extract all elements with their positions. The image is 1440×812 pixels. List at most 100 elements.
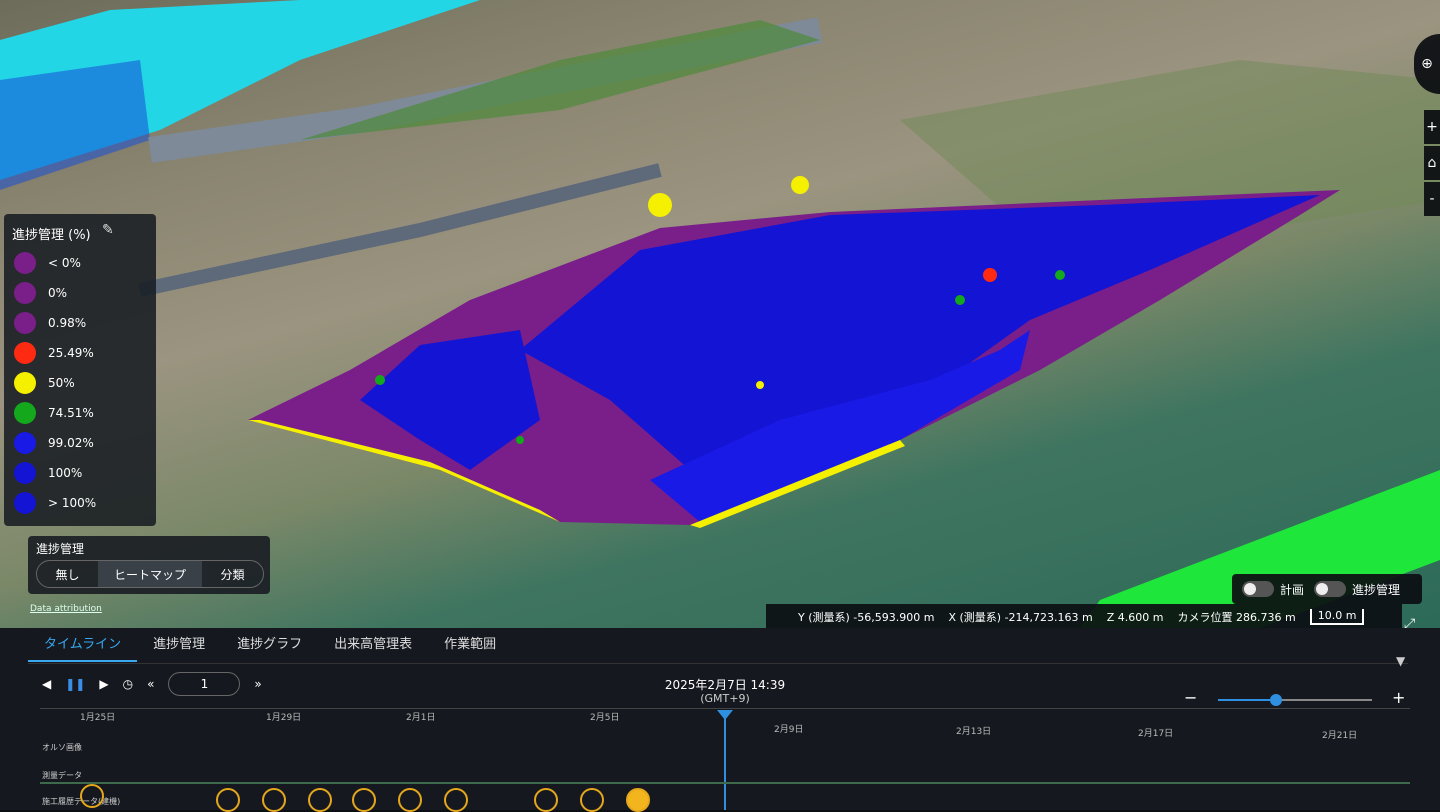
legend-color-swatch [14, 312, 36, 334]
tick-label: 2月9日 [774, 725, 804, 735]
current-date: 2025年2月7日 14:39 [664, 678, 786, 692]
timezone-label: (GMT+9) [700, 692, 750, 705]
legend-item: 99.02% [14, 428, 96, 458]
pause-icon[interactable]: ❚❚ [65, 677, 85, 691]
legend-item: > 100% [14, 488, 96, 518]
legend-item: < 0% [14, 248, 96, 278]
legend-color-swatch [14, 402, 36, 424]
legend-color-swatch [14, 492, 36, 514]
legend-item: 0% [14, 278, 96, 308]
legend-item-label: > 100% [48, 496, 97, 510]
tick-label: 2月21日 [1322, 731, 1358, 741]
legend-item-label: < 0% [48, 256, 81, 270]
tab-timeline[interactable]: タイムライン [28, 628, 138, 662]
progress-mode-segmented-control: 無し ヒートマップ 分類 [36, 560, 264, 588]
zoom-in-button[interactable]: + [1392, 688, 1405, 707]
legend-item: 100% [14, 458, 96, 488]
legend-title: 進捗管理 (%) [12, 228, 91, 243]
legend-color-swatch [14, 372, 36, 394]
z-coordinate: Z 4.600 m [1106, 610, 1164, 624]
y-coordinate: Y (測量系) -56,593.900 m [798, 611, 935, 624]
blue-patch [0, 60, 150, 190]
legend-list: < 0% 0% 0.98% 25.49% 50% 74.51% 99.02% 100% > 10… [14, 248, 96, 518]
legend-item: 25.49% [14, 338, 96, 368]
tab-divider [28, 663, 1408, 664]
tab-work-area[interactable]: 作業範囲 [428, 628, 512, 662]
collapse-caret-icon[interactable]: ▼ [1396, 654, 1405, 668]
playback-controls: ◀ ❚❚ ▶ ◷ « 1 » [42, 672, 276, 696]
coordinate-bar: Y (測量系) -56,593.900 m X (測量系) -214,723.1… [766, 604, 1402, 630]
tick-label: 2月13日 [956, 727, 992, 737]
legend-item: 50% [14, 368, 96, 398]
legend-item-label: 0% [48, 286, 68, 300]
layer-toggles: 計画 進捗管理 [1232, 574, 1422, 604]
timeline-ruler [40, 708, 1410, 709]
timeline-event-marker[interactable] [444, 788, 468, 812]
tab-progress-graph[interactable]: 進捗グラフ [221, 628, 318, 662]
tab-progress[interactable]: 進捗管理 [137, 628, 221, 662]
legend-color-swatch [14, 282, 36, 304]
zoom-fill [1218, 699, 1276, 701]
tick-label: 1月29日 [266, 713, 302, 723]
timeline-event-marker[interactable] [262, 788, 286, 812]
timeline-event-marker[interactable] [308, 788, 332, 812]
tick-label: 1月25日 [80, 713, 116, 723]
timeline-event-marker-selected[interactable] [626, 788, 650, 812]
legend-item-label: 100% [48, 466, 83, 480]
scale-bar: 10.0 m [1309, 609, 1365, 625]
x-coordinate: X (測量系) -214,723.163 m [948, 611, 1093, 624]
zoom-in-icon[interactable]: + [1424, 110, 1440, 144]
legend-item-label: 99.02% [48, 436, 94, 450]
legend-color-swatch [14, 342, 36, 364]
aerial-map [0, 0, 1440, 628]
grass [300, 20, 820, 140]
legend-item-label: 0.98% [48, 316, 87, 330]
timeline-event-marker[interactable] [398, 788, 422, 812]
legend-color-swatch [14, 462, 36, 484]
legend-item: 74.51% [14, 398, 96, 428]
step-input[interactable]: 1 [168, 672, 241, 696]
legend-color-swatch [14, 252, 36, 274]
rewind-icon[interactable]: « [147, 677, 154, 691]
mode-option-none[interactable]: 無し [37, 561, 98, 587]
legend-item-label: 50% [48, 376, 75, 390]
map-view[interactable]: 進捗管理 (%) ✎ < 0% 0% 0.98% 25.49% 50% 74.51% 99.… [0, 0, 1440, 628]
pencil-icon[interactable]: ✎ [102, 222, 114, 238]
plan-toggle[interactable] [1242, 581, 1274, 597]
timeline-event-marker[interactable] [80, 784, 104, 808]
timeline-zoom: − + [1184, 688, 1405, 708]
timeline-event-marker[interactable] [352, 788, 376, 812]
zoom-out-icon[interactable]: - [1424, 182, 1440, 216]
legend-item: 0.98% [14, 308, 96, 338]
fast-forward-icon[interactable]: » [254, 677, 261, 691]
zoom-out-button[interactable]: − [1184, 688, 1197, 707]
progress-mode-label: 進捗管理 [36, 542, 85, 556]
progress-toggle[interactable] [1314, 581, 1347, 597]
current-time-line [724, 714, 726, 810]
mode-option-classification[interactable]: 分類 [202, 561, 263, 587]
legend-panel: 進捗管理 (%) ✎ < 0% 0% 0.98% 25.49% 50% 74.51% 99.… [4, 214, 156, 526]
row-label-ortho: オルソ画像 [42, 743, 82, 752]
data-attribution-link[interactable]: Data attribution [30, 604, 102, 614]
timeline-event-marker[interactable] [580, 788, 604, 812]
step-back-icon[interactable]: ◀ [42, 677, 51, 691]
mode-option-heatmap[interactable]: ヒートマップ [98, 561, 202, 587]
legend-item-label: 74.51% [48, 406, 94, 420]
tab-bar: タイムライン 進捗管理 進捗グラフ 出来高管理表 作業範囲 [28, 628, 512, 662]
zoom-slider-handle[interactable] [1270, 694, 1282, 706]
row-label-survey: 測量データ [42, 771, 82, 780]
camera-height: カメラ位置 286.736 m [1177, 611, 1296, 624]
plan-toggle-label: 計画 [1280, 582, 1305, 597]
clock-icon[interactable]: ◷ [123, 677, 133, 691]
legend-item-label: 25.49% [48, 346, 94, 360]
progress-toggle-label: 進捗管理 [1352, 582, 1401, 597]
timeline-event-marker[interactable] [216, 788, 240, 812]
legend-color-swatch [14, 432, 36, 454]
tab-volume-table[interactable]: 出来高管理表 [318, 628, 428, 662]
timeline-panel: タイムライン 進捗管理 進捗グラフ 出来高管理表 作業範囲 ▼ ◀ ❚❚ ▶ ◷… [0, 628, 1440, 812]
progress-mode-box: 進捗管理 無し ヒートマップ 分類 [28, 536, 270, 594]
timeline-event-marker[interactable] [534, 788, 558, 812]
home-icon[interactable]: ⌂ [1424, 146, 1440, 180]
play-icon[interactable]: ▶ [99, 677, 108, 691]
tick-label: 2月5日 [590, 713, 620, 723]
